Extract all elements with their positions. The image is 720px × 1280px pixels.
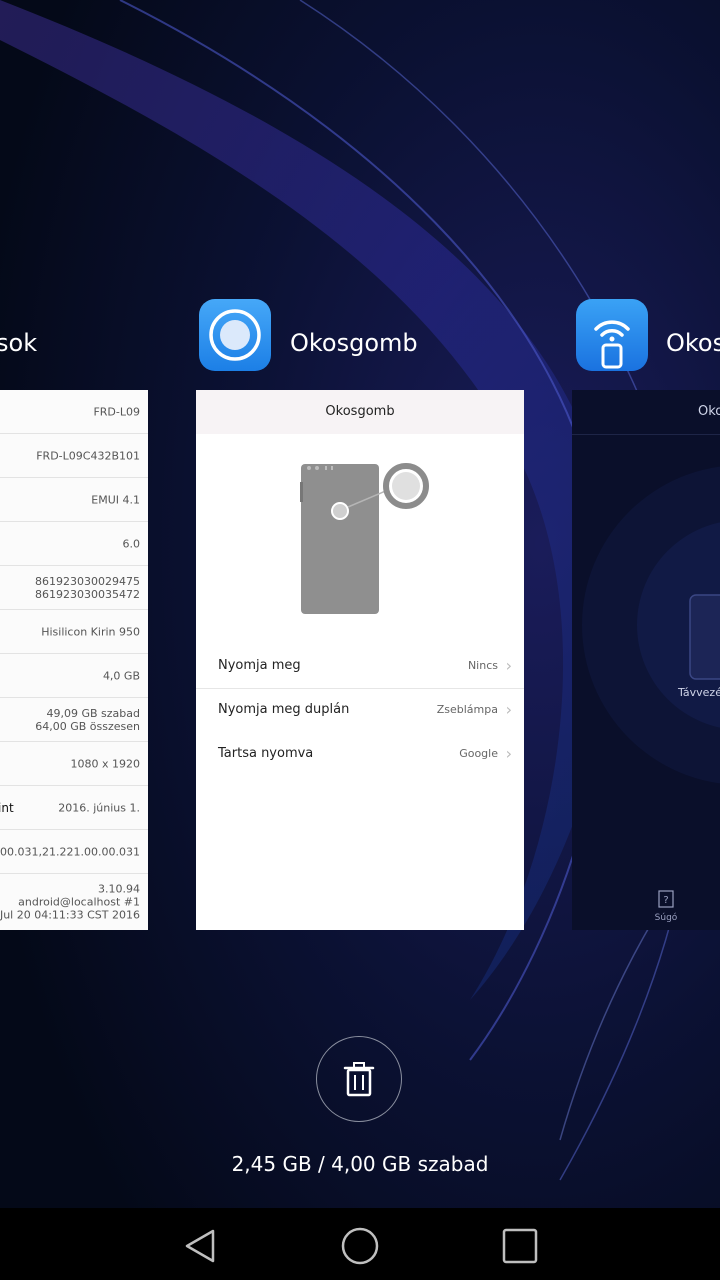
info-row-emui: EMUI 4.1 — [0, 478, 148, 522]
setting-value: Zseblámpa — [436, 703, 498, 716]
setting-label: Tartsa nyomva — [218, 746, 314, 761]
info-value: 2016. június 1. — [58, 801, 140, 814]
svg-text:?: ? — [663, 895, 668, 906]
info-value: 861923030035472 — [35, 587, 140, 601]
info-row-ram: 4,0 GB — [0, 654, 148, 698]
info-value: FRD-L09 — [93, 405, 140, 418]
clear-all-button[interactable] — [316, 1036, 402, 1122]
info-value: 64,00 GB összesen — [35, 719, 140, 733]
help-icon: ? — [658, 890, 674, 908]
setting-value: Nincs — [467, 659, 498, 672]
info-value: android@localhost #1 — [18, 895, 140, 909]
remote-illustration — [582, 466, 720, 784]
info-row-resolution: 1080 x 1920 — [0, 742, 148, 786]
info-row-kernel: 3.10.94 android@localhost #1 Ved Jul 20 … — [0, 874, 148, 930]
info-value: 1080 x 1920 — [70, 757, 141, 770]
info-row-imei: 861923030029475 861923030035472 — [0, 566, 148, 610]
setting-value: Google — [459, 747, 498, 760]
left-app-card[interactable]: FRD-L09 FRD-L09C432B101 EMUI 4.1 6.0 861… — [0, 390, 148, 930]
left-app-title[interactable]: sok — [0, 326, 37, 360]
chevron-right-icon: › — [505, 700, 512, 719]
info-value: EMUI 4.1 — [91, 493, 140, 506]
phone-illustration — [300, 463, 429, 614]
info-value: 1.00.00.031,21.221.00.00.031 — [0, 845, 140, 858]
info-row-baseband: 1.00.00.031,21.221.00.00.031 — [0, 830, 148, 874]
setting-label: Nyomja meg — [218, 658, 301, 673]
info-row-android: 6.0 — [0, 522, 148, 566]
trash-icon — [343, 1062, 375, 1097]
info-row-build: FRD-L09C432B101 — [0, 434, 148, 478]
info-value: Hisilicon Kirin 950 — [41, 625, 140, 638]
right-app-title[interactable]: Okos — [666, 326, 720, 360]
middle-app-card[interactable]: Okosgomb Nyomja meg Nincs › Nyomja meg d… — [196, 390, 524, 930]
chevron-right-icon: › — [505, 744, 512, 763]
info-row-storage: 49,09 GB szabad 64,00 GB összesen — [0, 698, 148, 742]
info-value: 3.10.94 — [98, 882, 140, 896]
info-label: int — [0, 800, 14, 815]
navigation-bar — [0, 1208, 720, 1280]
home-icon[interactable] — [340, 1226, 380, 1266]
info-row-processor: Hisilicon Kirin 950 — [0, 610, 148, 654]
help-label: Súgó — [654, 913, 678, 923]
right-app-card[interactable]: Oko Távvezé ? Súgó — [572, 390, 720, 930]
info-value: Ved Jul 20 04:11:33 CST 2016 — [0, 908, 140, 922]
setting-row-press[interactable]: Nyomja meg Nincs › — [196, 644, 524, 688]
setting-label: Nyomja meg duplán — [218, 702, 350, 717]
info-value: 4,0 GB — [102, 669, 140, 682]
screen-title: Okosgomb — [196, 390, 524, 434]
smart-button-icon[interactable] — [199, 299, 271, 371]
info-value: FRD-L09C432B101 — [36, 449, 140, 462]
memory-status: 2,45 GB / 4,00 GB szabad — [231, 1152, 489, 1176]
setting-row-long-press[interactable]: Tartsa nyomva Google › — [196, 732, 524, 776]
info-value: 6.0 — [122, 537, 141, 550]
info-value: 49,09 GB szabad — [46, 706, 140, 720]
info-row-security-patch: int 2016. június 1. — [0, 786, 148, 830]
feature-label: Távvezé — [678, 686, 720, 699]
chevron-right-icon: › — [505, 656, 512, 675]
screen-title: Oko — [572, 390, 720, 435]
recents-icon[interactable] — [500, 1226, 540, 1266]
setting-row-double-press[interactable]: Nyomja meg duplán Zseblámpa › — [196, 688, 524, 732]
help-button[interactable]: ? Súgó — [652, 890, 680, 924]
back-icon[interactable] — [180, 1226, 220, 1266]
info-row-model: FRD-L09 — [0, 390, 148, 434]
info-value: 861923030029475 — [35, 574, 140, 588]
middle-app-title[interactable]: Okosgomb — [290, 326, 418, 360]
remote-control-icon[interactable] — [576, 299, 648, 371]
